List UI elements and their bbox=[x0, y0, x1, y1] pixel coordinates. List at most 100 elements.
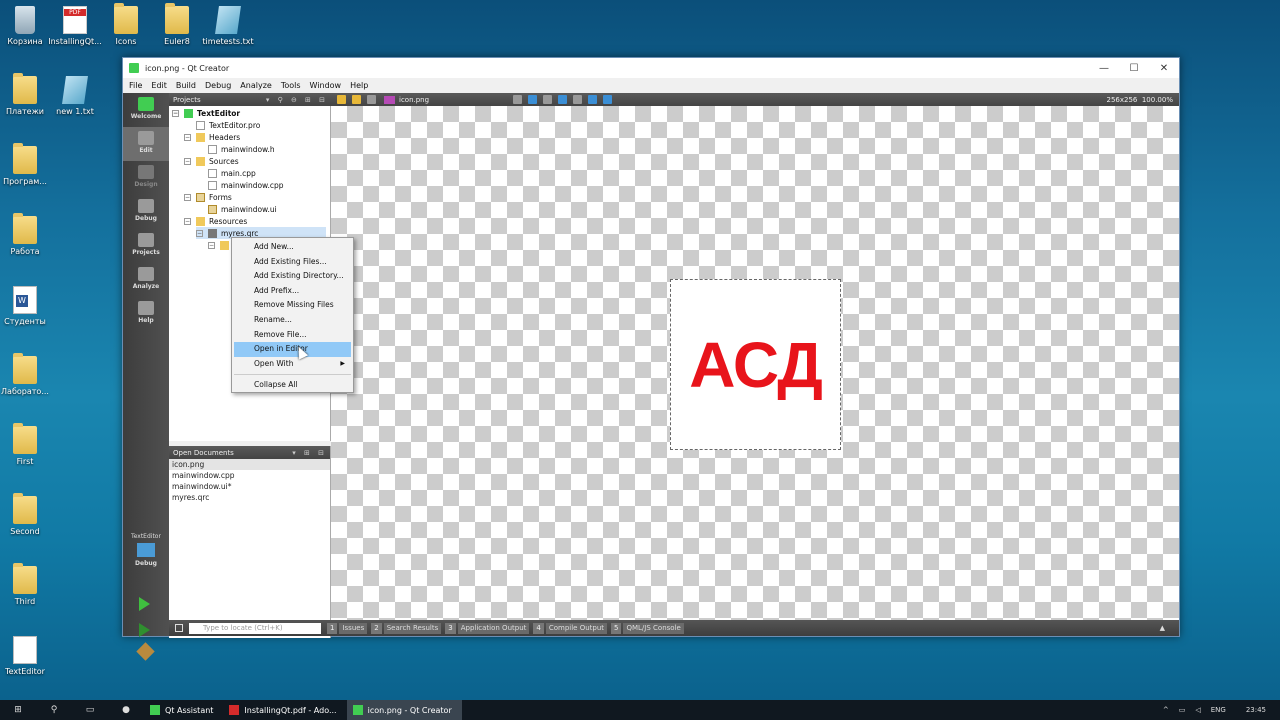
context-menu: Add New... Add Existing Files... Add Exi… bbox=[231, 237, 354, 393]
expand-output-icon[interactable]: ▲ bbox=[1160, 624, 1165, 632]
document-selector[interactable]: icon.png bbox=[384, 95, 429, 104]
back-arrow-icon[interactable] bbox=[337, 95, 346, 104]
minimize-button[interactable]: — bbox=[1089, 63, 1119, 74]
menu-tools[interactable]: Tools bbox=[281, 81, 301, 90]
debug-run-button[interactable] bbox=[139, 623, 150, 637]
desktop-icon-labs[interactable]: Лаборато... bbox=[0, 353, 55, 396]
projects-panel-title[interactable]: Projects bbox=[173, 96, 201, 104]
forward-arrow-icon[interactable] bbox=[352, 95, 361, 104]
open-document-item[interactable]: mainwindow.cpp bbox=[169, 470, 330, 481]
mode-help[interactable]: Help bbox=[123, 297, 169, 331]
taskbar-app-acrobat[interactable]: InstallingQt.pdf - Ado... bbox=[223, 700, 346, 720]
menu-item-add-existing-files[interactable]: Add Existing Files... bbox=[232, 255, 353, 270]
toggle-sidebar-icon[interactable] bbox=[175, 624, 183, 632]
tree-node-pro-file[interactable]: TextEditor.pro bbox=[196, 119, 260, 131]
desktop-icon-second[interactable]: Second bbox=[0, 493, 55, 536]
panel-tools-icons[interactable]: ▾ ⚲ ⊖ ⊞ ⊟ bbox=[266, 96, 331, 104]
background-toggle-icon[interactable] bbox=[543, 95, 553, 104]
search-icon[interactable]: ⚲ bbox=[36, 705, 72, 715]
menu-debug[interactable]: Debug bbox=[205, 81, 231, 90]
menu-build[interactable]: Build bbox=[176, 81, 196, 90]
desktop-icon-rabota[interactable]: Работа bbox=[0, 213, 55, 256]
menu-item-collapse-all[interactable]: Collapse All bbox=[232, 378, 353, 393]
desktop-icon-texteditor[interactable]: TextEditor bbox=[0, 636, 55, 676]
menu-help[interactable]: Help bbox=[350, 81, 368, 90]
clock[interactable]: 23:45 bbox=[1246, 706, 1266, 714]
run-button[interactable] bbox=[139, 597, 150, 611]
tree-node-texteditor[interactable]: − TextEditor bbox=[172, 107, 240, 119]
pane-qml-console[interactable]: 5 QML/JS Console bbox=[611, 622, 684, 634]
zoom-in-icon[interactable] bbox=[588, 95, 598, 104]
menu-file[interactable]: File bbox=[129, 81, 142, 90]
menu-item-add-new[interactable]: Add New... bbox=[232, 240, 353, 255]
open-documents-title[interactable]: Open Documents bbox=[173, 449, 234, 457]
volume-icon[interactable]: ◁ bbox=[1195, 706, 1200, 714]
desktop-icon-timetests[interactable]: timetests.txt bbox=[198, 6, 258, 46]
tree-node-main-cpp[interactable]: main.cpp bbox=[208, 167, 256, 179]
mode-projects[interactable]: Projects bbox=[123, 229, 169, 263]
menu-item-open-with[interactable]: Open With ▶ bbox=[232, 357, 353, 372]
zoom-out-icon[interactable] bbox=[603, 95, 613, 104]
menu-item-remove-file[interactable]: Remove File... bbox=[232, 328, 353, 343]
menu-item-remove-missing-files[interactable]: Remove Missing Files bbox=[232, 298, 353, 313]
open-document-item[interactable]: myres.qrc bbox=[169, 492, 330, 503]
image-viewer-canvas[interactable]: АСД bbox=[331, 106, 1179, 620]
desktop-icon-studenty[interactable]: W Студенты bbox=[0, 286, 55, 326]
analyze-monitor-icon bbox=[138, 267, 154, 281]
menu-item-open-in-editor[interactable]: Open in Editor bbox=[234, 342, 351, 357]
image-size-label: 256x256 bbox=[1106, 95, 1138, 104]
tree-node-resources[interactable]: − Resources bbox=[184, 215, 247, 227]
tree-node-mainwindow-cpp[interactable]: mainwindow.cpp bbox=[208, 179, 284, 191]
tree-node-mainwindow-ui[interactable]: mainwindow.ui bbox=[208, 203, 277, 215]
tree-node-headers[interactable]: − Headers bbox=[184, 131, 240, 143]
notifications-icon[interactable]: ▭ bbox=[1179, 706, 1186, 714]
build-hammer-icon[interactable] bbox=[136, 642, 155, 661]
menu-item-rename[interactable]: Rename... bbox=[232, 313, 353, 328]
taskbar-app-qt-creator[interactable]: icon.png - Qt Creator bbox=[346, 700, 462, 720]
open-document-item[interactable]: icon.png bbox=[169, 459, 330, 470]
kit-selector[interactable]: TextEditor Debug bbox=[123, 533, 169, 567]
menu-item-add-existing-directory[interactable]: Add Existing Directory... bbox=[232, 269, 353, 284]
language-indicator[interactable]: ENG bbox=[1211, 706, 1226, 714]
desktop-icon-new1[interactable]: new 1.txt bbox=[45, 76, 105, 116]
mode-welcome[interactable]: Welcome bbox=[123, 93, 169, 127]
tree-node-forms[interactable]: − Forms bbox=[184, 191, 232, 203]
tray-chevron-icon[interactable]: ^ bbox=[1163, 706, 1169, 714]
close-button[interactable]: ✕ bbox=[1149, 63, 1179, 74]
original-size-icon[interactable] bbox=[573, 95, 583, 104]
tree-node-mainwindow-h[interactable]: mainwindow.h bbox=[208, 143, 275, 155]
pane-compile-output[interactable]: 4 Compile Output bbox=[533, 622, 608, 634]
folder-icon bbox=[114, 3, 138, 34]
lock-icon[interactable] bbox=[367, 95, 376, 104]
pane-issues[interactable]: 1 Issues bbox=[327, 622, 368, 634]
menu-analyze[interactable]: Analyze bbox=[240, 81, 272, 90]
maximize-button[interactable]: ☐ bbox=[1119, 63, 1149, 74]
mode-analyze[interactable]: Analyze bbox=[123, 263, 169, 297]
panel-tools-icons[interactable]: ▾ ⊞ ⊟ bbox=[292, 449, 330, 457]
mode-design[interactable]: Design bbox=[123, 161, 169, 195]
pane-application-output[interactable]: 3 Application Output bbox=[445, 622, 530, 634]
chrome-icon[interactable]: ● bbox=[108, 705, 144, 715]
tree-node-sources[interactable]: − Sources bbox=[184, 155, 239, 167]
outline-toggle-icon[interactable] bbox=[558, 95, 568, 104]
mode-edit[interactable]: Edit bbox=[123, 127, 169, 161]
desktop-icon-programs[interactable]: Програм... bbox=[0, 143, 55, 186]
mode-debug[interactable]: Debug bbox=[123, 195, 169, 229]
open-document-item[interactable]: mainwindow.ui* bbox=[169, 481, 330, 492]
recycle-bin-icon bbox=[15, 6, 35, 34]
close-document-icon[interactable] bbox=[513, 95, 523, 104]
image-preview: АСД bbox=[670, 279, 841, 450]
menu-item-add-prefix[interactable]: Add Prefix... bbox=[232, 284, 353, 299]
windows-start-icon[interactable]: ⊞ bbox=[0, 705, 36, 715]
word-document-icon: W bbox=[13, 286, 37, 314]
fit-to-screen-icon[interactable] bbox=[528, 95, 538, 104]
locator-input[interactable]: Type to locate (Ctrl+K) bbox=[189, 622, 321, 634]
taskbar-app-qt-assistant[interactable]: Qt Assistant bbox=[144, 700, 223, 720]
desktop-icon-first[interactable]: First bbox=[0, 423, 55, 466]
desktop-icon-third[interactable]: Third bbox=[0, 563, 55, 606]
menu-edit[interactable]: Edit bbox=[151, 81, 167, 90]
task-view-icon[interactable]: ▭ bbox=[72, 705, 108, 715]
tree-node-prefix[interactable]: − bbox=[208, 239, 233, 251]
pane-search-results[interactable]: 2 Search Results bbox=[371, 622, 442, 634]
menu-window[interactable]: Window bbox=[310, 81, 342, 90]
